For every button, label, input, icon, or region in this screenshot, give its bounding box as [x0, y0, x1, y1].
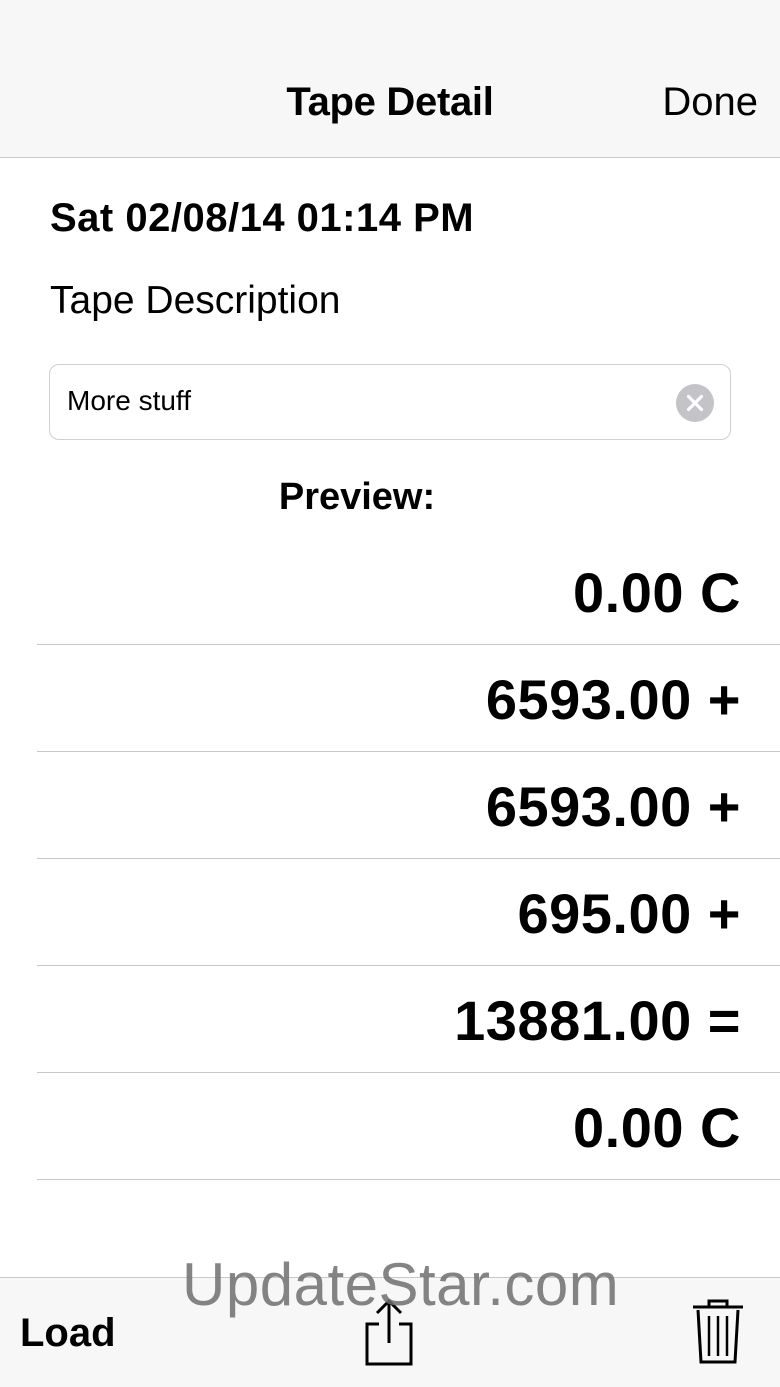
- tape-entry-row: 6593.00 +: [37, 645, 780, 752]
- tape-entry-value: 0.00 C: [573, 561, 741, 624]
- tape-entry-value: 0.00 C: [573, 1096, 741, 1159]
- description-label: Tape Description: [50, 279, 341, 322]
- done-button[interactable]: Done: [662, 80, 758, 125]
- tape-entry-list: 0.00 C 6593.00 + 6593.00 + 695.00 + 1388…: [0, 538, 780, 1180]
- description-field[interactable]: More stuff: [49, 364, 731, 440]
- trash-icon[interactable]: [690, 1298, 746, 1371]
- tape-entry-row: 695.00 +: [37, 859, 780, 966]
- tape-entry-row: 6593.00 +: [37, 752, 780, 859]
- tape-entry-value: 695.00 +: [517, 882, 741, 945]
- preview-heading: Preview:: [278, 476, 436, 518]
- navigation-bar: Tape Detail Done: [0, 0, 780, 158]
- tape-timestamp: Sat 02/08/14 01:14 PM: [50, 196, 475, 240]
- tape-entry-row: 13881.00 =: [37, 966, 780, 1073]
- watermark-text: UpdateStar.com: [182, 1251, 620, 1318]
- tape-entry-value: 13881.00 =: [454, 989, 741, 1052]
- tape-entry-row: 0.00 C: [37, 538, 780, 645]
- load-button[interactable]: Load: [20, 1311, 116, 1356]
- description-input-value[interactable]: More stuff: [67, 385, 191, 417]
- clear-text-icon[interactable]: [676, 384, 714, 422]
- tape-entry-row: 0.00 C: [37, 1073, 780, 1180]
- tape-entry-value: 6593.00 +: [485, 668, 741, 731]
- tape-entry-value: 6593.00 +: [485, 775, 741, 838]
